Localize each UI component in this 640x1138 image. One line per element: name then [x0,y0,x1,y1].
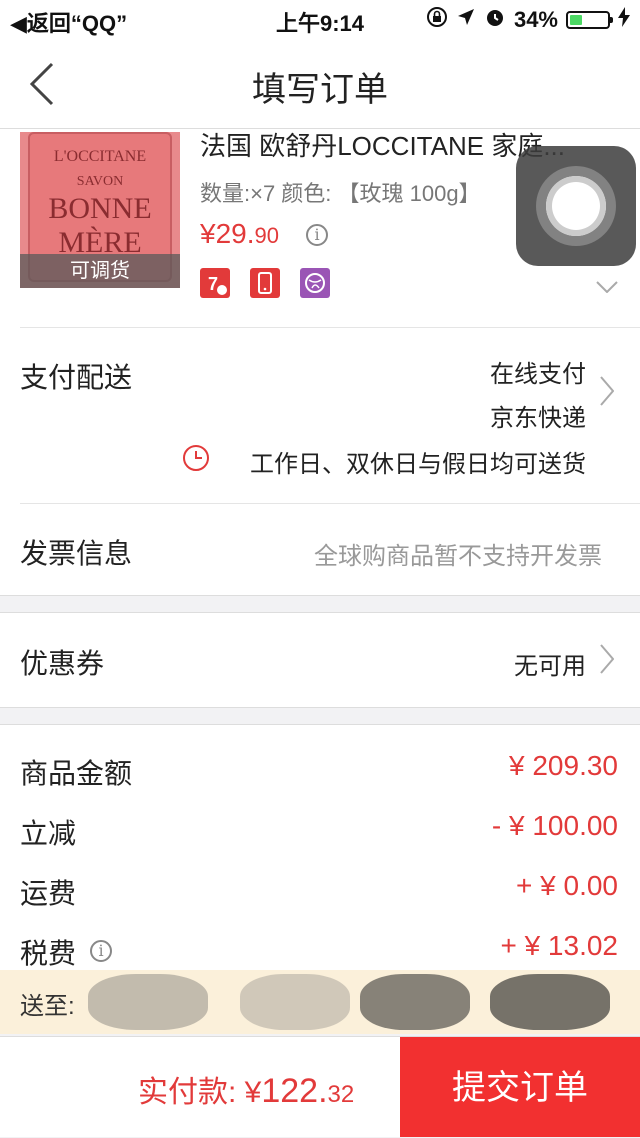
submit-order-button[interactable]: 提交订单 [400,1037,640,1137]
product-price: ¥29.90 [200,218,279,250]
summary-label-goods: 商品金额 [20,758,133,789]
payable-label: 实付款: ¥ [138,1076,262,1109]
nav-bar: 填写订单 [0,40,640,129]
seven-day-return-icon: 7 [200,268,230,298]
status-bar: ◀返回“QQ” 上午9:14 34% [0,0,640,40]
expand-products-button[interactable] [596,280,618,294]
redaction-scribble [240,974,350,1030]
battery-icon [566,11,613,29]
divider [20,503,640,504]
shipping-address-bar[interactable]: 送至: [0,970,640,1034]
price-cents: 90 [254,223,279,248]
charging-icon [618,7,630,33]
summary-value-discount: - ¥ 100.00 [491,810,618,841]
coupon-chevron-right-icon [600,644,615,674]
redaction-scribble [490,974,610,1030]
section-gap [0,707,640,725]
invoice-value: 全球购商品暂不支持开发票 [314,543,602,570]
assistive-touch-center [546,176,606,236]
redaction-scribble [360,974,470,1030]
address-label: 送至: [20,993,75,1020]
assistive-touch-button[interactable] [516,146,636,266]
bottom-bar: 实付款: ¥122.32 提交订单 [0,1036,640,1137]
coupon-label: 优惠券 [20,648,105,679]
invoice-label: 发票信息 [20,538,133,569]
section-gap [0,595,640,613]
summary-value-tax: + ¥ 13.02 [500,930,618,961]
soap-brand-text: L'OCCITANE [53,148,147,165]
tax-info-icon[interactable]: i [90,940,112,962]
summary-value-shipping: + ¥ 0.00 [516,870,618,901]
alarm-icon [484,6,506,34]
delivery-time: 工作日、双休日与假日均可送货 [250,451,586,478]
global-purchase-icon [300,268,330,298]
price-main: ¥29. [200,218,255,249]
summary-label-tax: 税费 [20,938,77,969]
transferable-badge: 可调货 [20,254,180,288]
orientation-lock-icon [426,6,448,34]
summary-label-shipping: 运费 [20,878,77,909]
coupon-value: 无可用 [514,653,586,680]
shipping-method: 京东快递 [490,405,586,432]
redaction-scribble [88,974,208,1030]
mobile-exclusive-icon [250,268,280,298]
svg-text:7: 7 [208,274,218,294]
location-icon [456,7,476,33]
battery-percent: 34% [513,7,558,32]
summary-label-discount: 立减 [20,818,77,849]
payable-total: 实付款: ¥122.32 [138,1067,354,1111]
chevron-down-icon [596,281,618,294]
soap-line2-text: BONNE [48,192,152,225]
summary-value-goods: ¥ 209.30 [509,750,618,781]
status-right-icons: 34% [426,6,630,34]
payable-cents: 32 [327,1081,355,1108]
price-info-icon[interactable]: i [306,224,328,246]
payment-label: 支付配送 [20,362,133,393]
product-meta: 数量:×7 颜色: 【玫瑰 100g】 [200,181,481,206]
divider [20,327,640,328]
soap-line1-text: SAVON [76,174,124,189]
payable-main: 122. [261,1072,328,1110]
battery-fill [570,15,583,25]
clock-icon [182,444,210,477]
payment-chevron-right-icon [600,376,615,406]
page-title: 填写订单 [252,71,388,109]
payment-method: 在线支付 [490,361,586,388]
